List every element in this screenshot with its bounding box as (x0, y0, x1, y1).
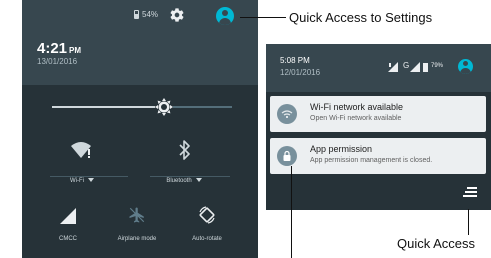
auto-rotate-icon[interactable] (198, 206, 216, 224)
divider (50, 176, 128, 177)
battery-percent: 54% (142, 10, 159, 19)
wifi-label: Wi-Fi (70, 178, 84, 184)
annotation-leader-line (468, 209, 469, 235)
date-text: 13/01/2016 (37, 57, 78, 66)
notification-card[interactable]: Wi-Fi network available Open Wi-Fi netwo… (270, 96, 486, 132)
chevron-down-icon (195, 178, 202, 183)
chevron-down-icon (88, 178, 94, 183)
bluetooth-label: Bluetooth (166, 178, 192, 184)
tile-label-airplane[interactable]: Airplane mode (102, 236, 172, 242)
airplane-mode-icon[interactable] (128, 206, 146, 224)
annotation-leader-line (240, 17, 286, 18)
notification-body: Open Wi-Fi network available (310, 115, 402, 122)
cell-signal-icon[interactable] (60, 208, 76, 224)
battery-icon (134, 10, 139, 19)
tile-label-auto-rotate[interactable]: Auto-rotate (172, 236, 242, 242)
quick-settings-panel: 54% 4:21 PM 13/01/2016 Wi-Fi Bluetooth C… (22, 0, 258, 258)
user-avatar-icon[interactable] (216, 7, 234, 25)
notification-shade: 5:08 PM 12/01/2016 G 79% Wi-Fi network a… (266, 44, 491, 210)
annotation-leader-line (291, 166, 292, 258)
tile-label-wifi[interactable]: Wi-Fi (47, 178, 117, 184)
notification-card[interactable]: App permission App permission management… (270, 138, 486, 174)
annotation-settings: Quick Access to Settings (289, 10, 433, 25)
cell-signal-icon (410, 62, 420, 74)
tile-label-cmcc[interactable]: CMCC (33, 236, 103, 242)
notification-title: Wi-Fi network available (310, 102, 404, 112)
wifi-signal-icon (388, 62, 400, 74)
time-value: 4:21 (37, 40, 68, 57)
brightness-slider[interactable] (52, 106, 232, 108)
clear-all-icon[interactable] (463, 187, 477, 199)
notification-title: App permission (310, 144, 373, 154)
user-avatar-icon[interactable] (458, 59, 473, 74)
wifi-alert-icon[interactable] (70, 140, 94, 160)
clock-time: 4:21 PM (37, 40, 81, 57)
wifi-icon (277, 104, 297, 124)
time-suffix: PM (69, 46, 82, 55)
brightness-fill (52, 106, 164, 108)
divider (150, 176, 230, 177)
gear-icon[interactable] (169, 7, 185, 23)
date-text: 12/01/2016 (280, 68, 321, 77)
tile-label-bluetooth[interactable]: Bluetooth (149, 178, 219, 184)
battery-percent: 79% (431, 63, 444, 69)
annotation-quick-access: Quick Access (397, 236, 476, 251)
brightness-knob-icon[interactable] (154, 97, 174, 117)
bluetooth-icon[interactable] (178, 140, 192, 160)
network-type: G (403, 61, 410, 70)
notification-body: App permission management is closed. (310, 157, 433, 164)
lock-icon (277, 146, 297, 166)
clock-time: 5:08 PM (280, 56, 310, 65)
battery-icon (423, 63, 428, 72)
